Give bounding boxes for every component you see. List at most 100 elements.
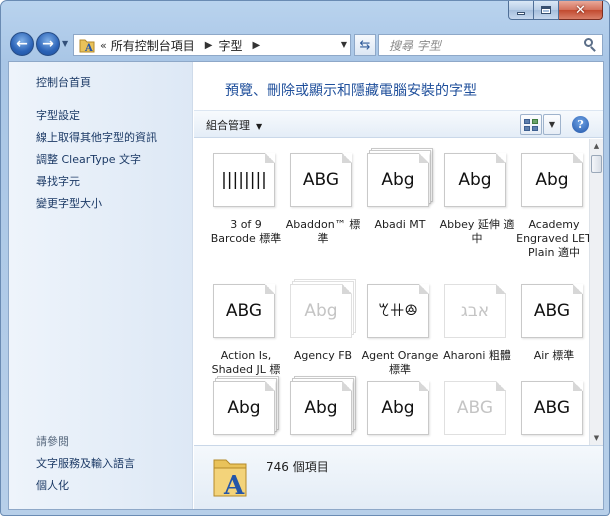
font-thumbnail: ABG xyxy=(521,282,587,340)
forward-button[interactable]: → xyxy=(36,32,60,56)
font-sample: אבג xyxy=(460,301,490,321)
sidebar-item-get-fonts-online[interactable]: 線上取得其他字型的資訊 xyxy=(36,129,157,145)
svg-text:A: A xyxy=(223,471,245,498)
font-sample: Abg xyxy=(381,398,415,418)
font-item[interactable]: Abg xyxy=(207,376,285,445)
font-item[interactable]: Abg xyxy=(284,376,362,445)
refresh-button[interactable]: ⇆ xyxy=(354,34,376,56)
font-name: Abaddon™ 標準 xyxy=(285,218,361,245)
change-view-button[interactable] xyxy=(520,114,542,135)
help-button[interactable]: ? xyxy=(572,116,589,133)
font-thumbnail: Abg xyxy=(521,151,587,209)
view-options-dropdown[interactable]: ▼ xyxy=(543,114,561,135)
maximize-button[interactable] xyxy=(534,1,559,20)
refresh-icon: ⇆ xyxy=(359,37,371,53)
font-sample: Abg xyxy=(458,170,492,190)
font-sample: Abg xyxy=(535,170,569,190)
font-name: Air 標準 xyxy=(533,349,575,362)
chevron-down-icon: ▼ xyxy=(256,122,263,131)
window-frame: ✕ ← → ▼ A « 所有控制台項目 ▶ 字型 ▶ ▼ ⇆ 搜尋 字型 控制台… xyxy=(0,0,610,516)
main-pane: 預覽、刪除或顯示和隱藏電腦安裝的字型 組合管理 ▼ ▼ ? |||||||| 3 o… xyxy=(194,62,603,509)
font-sample: ABG xyxy=(225,301,263,321)
font-sample: ABG xyxy=(302,170,340,190)
content-area: 控制台首頁 字型設定 線上取得其他字型的資訊 調整 ClearType 文字 尋… xyxy=(8,61,604,510)
arrow-right-icon: → xyxy=(42,36,54,52)
breadcrumb-fonts[interactable]: 字型 xyxy=(218,37,242,54)
font-item[interactable]: ABGAction Is, Shaded JL 標準 xyxy=(207,282,285,391)
back-button[interactable]: ← xyxy=(10,32,34,56)
navigation-bar: ← → ▼ A « 所有控制台項目 ▶ 字型 ▶ ▼ ⇆ 搜尋 字型 xyxy=(1,29,610,59)
font-name: Agency FB xyxy=(293,349,353,362)
svg-text:A: A xyxy=(84,43,93,54)
sidebar-item-control-panel-home[interactable]: 控制台首頁 xyxy=(36,74,91,90)
organize-label: 組合管理 xyxy=(206,119,250,132)
address-overflow[interactable]: « xyxy=(100,39,107,52)
font-sample: Abg xyxy=(304,301,338,321)
minimize-button[interactable] xyxy=(508,1,534,20)
font-name: Abbey 延伸 適中 xyxy=(439,218,515,245)
fonts-folder-icon: A xyxy=(212,454,248,501)
font-sample: Abg xyxy=(381,170,415,190)
recent-pages-dropdown[interactable]: ▼ xyxy=(62,39,68,48)
font-sample: |||||||| xyxy=(221,170,267,190)
breadcrumb-all-control-panel[interactable]: 所有控制台項目 xyxy=(111,37,195,54)
font-item[interactable]: ꕎꔠꔮ Agent Orange 標準 xyxy=(361,282,439,377)
sidebar-item-change-font-size[interactable]: 變更字型大小 xyxy=(36,195,102,211)
sidebar-item-font-settings[interactable]: 字型設定 xyxy=(36,107,80,123)
font-list: |||||||| 3 of 9 Barcode 標準 ABG Abaddon™ 標準 A… xyxy=(194,139,589,445)
address-history-dropdown[interactable]: ▼ xyxy=(341,40,347,49)
page-title: 預覽、刪除或顯示和隱藏電腦安裝的字型 xyxy=(225,83,477,99)
font-name: 3 of 9 Barcode 標準 xyxy=(210,218,282,245)
vertical-scrollbar[interactable]: ▲ ▼ xyxy=(589,139,603,445)
font-sample: ABG xyxy=(456,398,494,418)
fonts-folder-icon: A xyxy=(78,36,96,54)
font-thumbnail: |||||||| xyxy=(213,151,279,209)
minimize-icon xyxy=(517,11,525,15)
caption-buttons: ✕ xyxy=(508,1,603,20)
sidebar-item-find-character[interactable]: 尋找字元 xyxy=(36,173,80,189)
task-pane: 控制台首頁 字型設定 線上取得其他字型的資訊 調整 ClearType 文字 尋… xyxy=(9,62,193,509)
font-thumbnail: Abg xyxy=(367,379,433,437)
sidebar-item-cleartype[interactable]: 調整 ClearType 文字 xyxy=(36,151,141,167)
font-sample: ꕎꔠꔮ xyxy=(378,301,418,321)
font-thumbnail: Abg xyxy=(290,376,356,437)
font-sample: Abg xyxy=(227,398,261,418)
breadcrumb-separator-icon[interactable]: ▶ xyxy=(205,40,213,51)
font-item[interactable]: ABG Abaddon™ 標準 xyxy=(284,151,362,246)
scroll-thumb[interactable] xyxy=(591,155,602,173)
sidebar-item-text-services[interactable]: 文字服務及輸入語言 xyxy=(36,455,135,471)
font-item[interactable]: |||||||| 3 of 9 Barcode 標準 xyxy=(207,151,285,246)
font-thumbnail: ABG xyxy=(521,379,587,437)
font-thumbnail: Abg xyxy=(290,279,356,340)
font-name: Aharoni 粗體 xyxy=(443,349,511,362)
font-item[interactable]: אבג Aharoni 粗體 xyxy=(438,282,516,363)
arrow-left-icon: ← xyxy=(16,36,28,52)
search-input[interactable]: 搜尋 字型 xyxy=(389,37,582,54)
font-item[interactable]: ABG xyxy=(438,379,516,445)
breadcrumb-separator-icon[interactable]: ▶ xyxy=(252,40,260,51)
font-thumbnail: ABG xyxy=(444,379,510,437)
font-thumbnail: Abg xyxy=(213,376,279,437)
font-item[interactable]: Abg Agency FB xyxy=(284,279,362,363)
close-icon: ✕ xyxy=(575,2,586,18)
font-name: Academy Engraved LET Plain 適中 xyxy=(516,218,589,259)
view-icon xyxy=(524,118,538,131)
font-item[interactable]: Abg Abbey 延伸 適中 xyxy=(438,151,516,246)
font-thumbnail: ꕎꔠꔮ xyxy=(367,282,433,340)
scroll-down-icon[interactable]: ▼ xyxy=(590,431,603,445)
font-item[interactable]: ABG xyxy=(515,379,589,445)
sidebar-item-personalization[interactable]: 個人化 xyxy=(36,477,69,493)
details-pane: A 746 個項目 xyxy=(194,445,603,509)
font-item[interactable]: Abg xyxy=(361,379,439,445)
search-icon[interactable] xyxy=(582,37,598,53)
font-name: Abadi MT xyxy=(374,218,426,231)
organize-button[interactable]: 組合管理 ▼ xyxy=(206,117,262,133)
font-sample: Abg xyxy=(304,398,338,418)
font-item[interactable]: ABG Air 標準 xyxy=(515,282,589,363)
address-bar[interactable]: A « 所有控制台項目 ▶ 字型 ▶ ▼ xyxy=(73,34,351,56)
scroll-up-icon[interactable]: ▲ xyxy=(590,139,603,153)
font-item[interactable]: Abg Abadi MT xyxy=(361,148,439,232)
close-button[interactable]: ✕ xyxy=(559,1,603,20)
font-item[interactable]: Abg Academy Engraved LET Plain 適中 xyxy=(515,151,589,260)
search-box[interactable]: 搜尋 字型 xyxy=(378,34,603,56)
